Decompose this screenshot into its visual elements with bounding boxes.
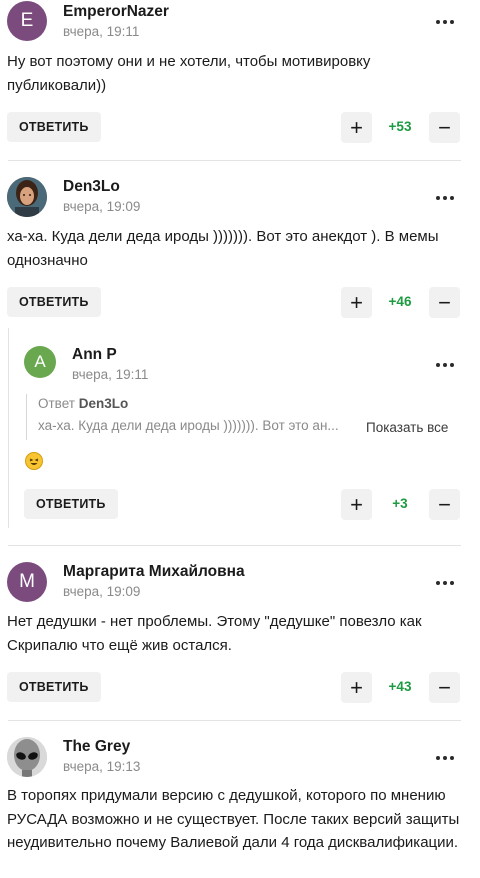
comment-divider xyxy=(8,160,461,161)
downvote-button[interactable]: − xyxy=(429,489,460,520)
comment-divider xyxy=(8,720,461,721)
reply-button[interactable]: ОТВЕТИТЬ xyxy=(7,112,101,142)
comment-text: ха-ха. Куда дели деда ироды ))))))). Вот… xyxy=(7,228,439,269)
avatar[interactable]: A xyxy=(24,346,56,378)
avatar-letter: E xyxy=(20,10,34,31)
more-options-icon[interactable] xyxy=(433,573,457,593)
show-all-link[interactable]: Показать все xyxy=(366,420,448,435)
avatar[interactable]: E xyxy=(7,1,47,41)
portrait-avatar-icon[interactable] xyxy=(7,177,47,217)
comment-author[interactable]: The Grey xyxy=(63,738,130,756)
comment-author[interactable]: EmperorNazer xyxy=(63,3,169,21)
downvote-button[interactable]: − xyxy=(429,112,460,143)
thread-line xyxy=(8,328,9,528)
reply-button[interactable]: ОТВЕТИТЬ xyxy=(7,287,101,317)
laughing-crying-emoji-icon xyxy=(25,452,43,470)
avatar[interactable]: М xyxy=(7,562,47,602)
comment-time: вчера, 19:09 xyxy=(63,584,141,599)
comment-time: вчера, 19:11 xyxy=(72,367,149,382)
comment-text: Ну вот поэтому они и не хотели, чтобы мо… xyxy=(7,53,371,94)
comment-author[interactable]: Маргарита Михайловна xyxy=(63,563,245,581)
comment-divider xyxy=(8,545,461,546)
downvote-button[interactable]: − xyxy=(429,287,460,318)
comment-author[interactable]: Ann P xyxy=(72,346,117,364)
comment-text: В торопях придумали версию с дедушкой, к… xyxy=(7,787,460,851)
comment-score: +46 xyxy=(388,294,412,309)
reply-to-author[interactable]: Den3Lo xyxy=(79,396,129,411)
comment-time: вчера, 19:13 xyxy=(63,759,141,774)
comment-text: Нет дедушки - нет проблемы. Этому "дедуш… xyxy=(7,613,422,654)
more-options-icon[interactable] xyxy=(433,12,457,32)
more-options-icon[interactable] xyxy=(433,188,457,208)
comment-score: +53 xyxy=(388,119,412,134)
upvote-button[interactable]: + xyxy=(341,672,372,703)
comment-author[interactable]: Den3Lo xyxy=(63,178,120,196)
upvote-button[interactable]: + xyxy=(341,287,372,318)
avatar-letter: М xyxy=(19,571,35,592)
reply-to-line: Ответ Den3Lo xyxy=(38,394,339,414)
quote-text: ха-ха. Куда дели деда ироды ))))))). Вот… xyxy=(38,418,339,433)
upvote-button[interactable]: + xyxy=(341,112,372,143)
more-options-icon[interactable] xyxy=(433,748,457,768)
reply-button[interactable]: ОТВЕТИТЬ xyxy=(24,489,118,519)
quoted-reply: Ответ Den3Lo ха-ха. Куда дели деда ироды… xyxy=(26,394,339,440)
comment-time: вчера, 19:09 xyxy=(63,199,141,214)
downvote-button[interactable]: − xyxy=(429,672,460,703)
upvote-button[interactable]: + xyxy=(341,489,372,520)
reply-to-prefix: Ответ xyxy=(38,396,75,411)
comment-score: +3 xyxy=(392,496,408,511)
comment-time: вчера, 19:11 xyxy=(63,24,140,39)
reply-button[interactable]: ОТВЕТИТЬ xyxy=(7,672,101,702)
comment-score: +43 xyxy=(388,679,412,694)
more-options-icon[interactable] xyxy=(433,355,457,375)
alien-avatar-icon[interactable] xyxy=(7,737,47,777)
avatar-letter: A xyxy=(34,352,46,371)
